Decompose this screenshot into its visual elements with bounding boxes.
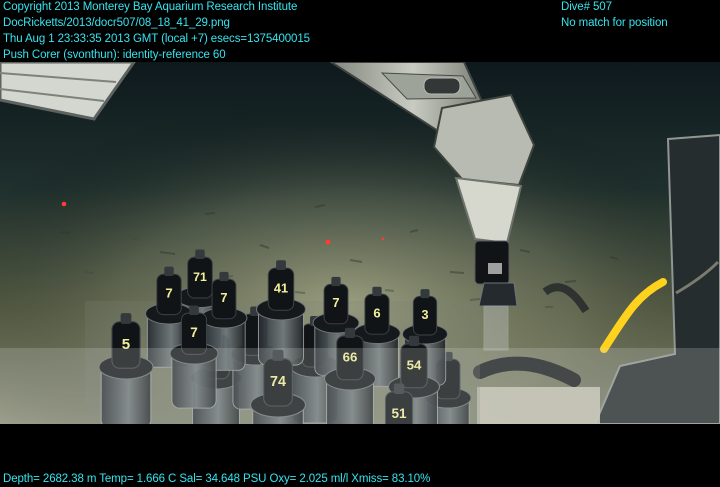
dive-number: Dive# 507	[561, 1, 612, 13]
copyright-line: Copyright 2013 Monterey Bay Aquarium Res…	[3, 1, 298, 13]
core-handle	[120, 313, 132, 324]
position-status: No match for position	[561, 17, 668, 29]
core-handle	[276, 260, 286, 271]
core-handle	[164, 266, 174, 277]
core-handle	[408, 335, 420, 346]
seafloor-scene: 717417776 3566547451	[0, 62, 720, 424]
core-label: 3	[421, 308, 428, 322]
core-handle	[344, 327, 356, 338]
video-frame: Copyright 2013 Monterey Bay Aquarium Res…	[0, 0, 720, 486]
core-label: 41	[274, 281, 288, 296]
core-handle	[420, 289, 430, 299]
core-handle	[372, 286, 382, 297]
timestamp-line: Thu Aug 1 23:33:35 2013 GMT (local +7) e…	[3, 33, 310, 45]
annotation-line: Push Corer (svonthun): identity-referenc…	[3, 49, 226, 61]
core-label: 7	[190, 325, 197, 340]
core-label: 71	[193, 270, 207, 284]
core-handle	[195, 249, 205, 260]
core-handle	[219, 271, 229, 282]
core-label: 6	[373, 305, 380, 320]
core-handle	[189, 305, 199, 316]
core-label: 7	[220, 290, 227, 305]
core-label: 7	[332, 295, 339, 310]
file-line: DocRicketts/2013/docr507/08_18_41_29.png	[3, 17, 230, 29]
core-label: 7	[165, 286, 172, 301]
dive-overlay: Dive# 507 No match for position	[561, 0, 668, 31]
core-handle	[331, 276, 341, 287]
header-overlay: Copyright 2013 Monterey Bay Aquarium Res…	[3, 0, 310, 63]
sensor-overlay: Depth= 2682.38 m Temp= 1.666 C Sal= 34.6…	[3, 473, 431, 485]
sediment-cloud	[0, 348, 720, 424]
